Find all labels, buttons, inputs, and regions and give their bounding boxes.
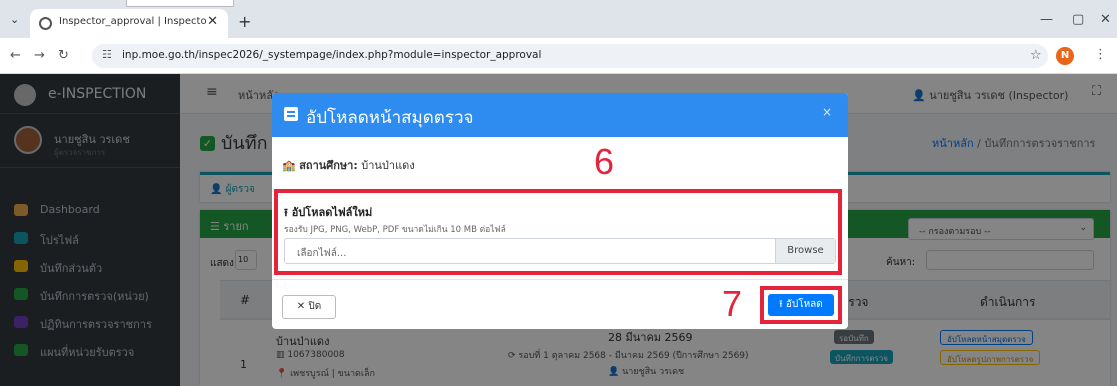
file-input-placeholder: เลือกไฟล์... bbox=[297, 248, 347, 259]
upload-label-text: อัปโหลดไฟล์ใหม่ bbox=[291, 206, 373, 219]
browser-tab-strip: ⌄ Inspector_approval | Inspector ✕ + — ▢… bbox=[0, 0, 1117, 38]
browser-tab[interactable]: Inspector_approval | Inspector ✕ bbox=[30, 9, 228, 38]
window-close-icon[interactable]: ✕ bbox=[1100, 12, 1111, 27]
browse-button[interactable]: Browse bbox=[775, 239, 835, 263]
annotation-step-7: 7 bbox=[722, 283, 743, 324]
site-info-icon[interactable]: ☷ bbox=[102, 48, 112, 61]
annotation-step-6: 6 bbox=[594, 141, 615, 182]
modal-footer: ✕ ปิด 7 ⭱ อัปโหลด bbox=[272, 279, 848, 329]
close-button-label: ปิด bbox=[308, 301, 322, 312]
modal-title: อัปโหลดหน้าสมุดตรวจ bbox=[306, 108, 474, 128]
favicon-icon bbox=[39, 17, 52, 30]
modal-school-label: สถานศึกษา: bbox=[299, 159, 358, 172]
upload-button[interactable]: ⭱ อัปโหลด bbox=[768, 294, 834, 316]
file-input[interactable]: เลือกไฟล์... Browse bbox=[284, 238, 836, 264]
omnibox[interactable]: ☷ inp.moe.go.th/inspec2026/_systempage/i… bbox=[92, 44, 1048, 68]
document-icon bbox=[284, 107, 298, 121]
modal-close-icon[interactable]: × bbox=[822, 105, 832, 119]
back-icon[interactable]: ← bbox=[10, 48, 21, 63]
maximize-icon[interactable]: ▢ bbox=[1072, 12, 1084, 27]
school-icon: 🏫 bbox=[282, 159, 296, 172]
upload-button-highlight: ⭱ อัปโหลด bbox=[760, 286, 842, 324]
upload-hint: รองรับ JPG, PNG, WebP, PDF ขนาดไม่เกิน 1… bbox=[284, 225, 506, 235]
tab-close-icon[interactable]: ✕ bbox=[207, 14, 218, 29]
modal-school-value: บ้านป่าแดง bbox=[361, 159, 415, 172]
tab-list-icon[interactable]: ⌄ bbox=[10, 13, 19, 26]
reload-icon[interactable]: ↻ bbox=[58, 48, 69, 63]
upload-section: ⭱ อัปโหลดไฟล์ใหม่ รองรับ JPG, PNG, WebP,… bbox=[274, 189, 842, 275]
close-button[interactable]: ✕ ปิด bbox=[282, 295, 336, 319]
upload-modal: อัปโหลดหน้าสมุดตรวจ × 🏫 สถานศึกษา: บ้านป… bbox=[272, 93, 848, 329]
upload-icon: ⭱ bbox=[779, 299, 783, 310]
forward-icon[interactable]: → bbox=[34, 48, 45, 63]
modal-header: อัปโหลดหน้าสมุดตรวจ × bbox=[272, 93, 848, 137]
bookmark-star-icon[interactable]: ☆ bbox=[1030, 48, 1042, 63]
profile-avatar[interactable]: N bbox=[1056, 47, 1074, 65]
url-text: inp.moe.go.th/inspec2026/_systempage/ind… bbox=[122, 49, 542, 61]
close-icon: ✕ bbox=[296, 301, 306, 312]
upload-icon: ⭱ bbox=[284, 206, 288, 219]
upload-button-label: อัปโหลด bbox=[785, 299, 823, 310]
modal-school-line: 🏫 สถานศึกษา: บ้านป่าแดง bbox=[282, 156, 415, 174]
address-bar-row: ← → ↻ ☷ inp.moe.go.th/inspec2026/_system… bbox=[0, 38, 1117, 74]
new-tab-icon[interactable]: + bbox=[238, 12, 251, 31]
upload-label: ⭱ อัปโหลดไฟล์ใหม่ bbox=[284, 203, 372, 223]
browser-menu-icon[interactable]: ⋮ bbox=[1094, 47, 1107, 62]
minimize-icon[interactable]: — bbox=[1040, 12, 1053, 27]
tab-title: Inspector_approval | Inspector bbox=[59, 16, 207, 27]
tooltip-fragment bbox=[126, 0, 234, 7]
